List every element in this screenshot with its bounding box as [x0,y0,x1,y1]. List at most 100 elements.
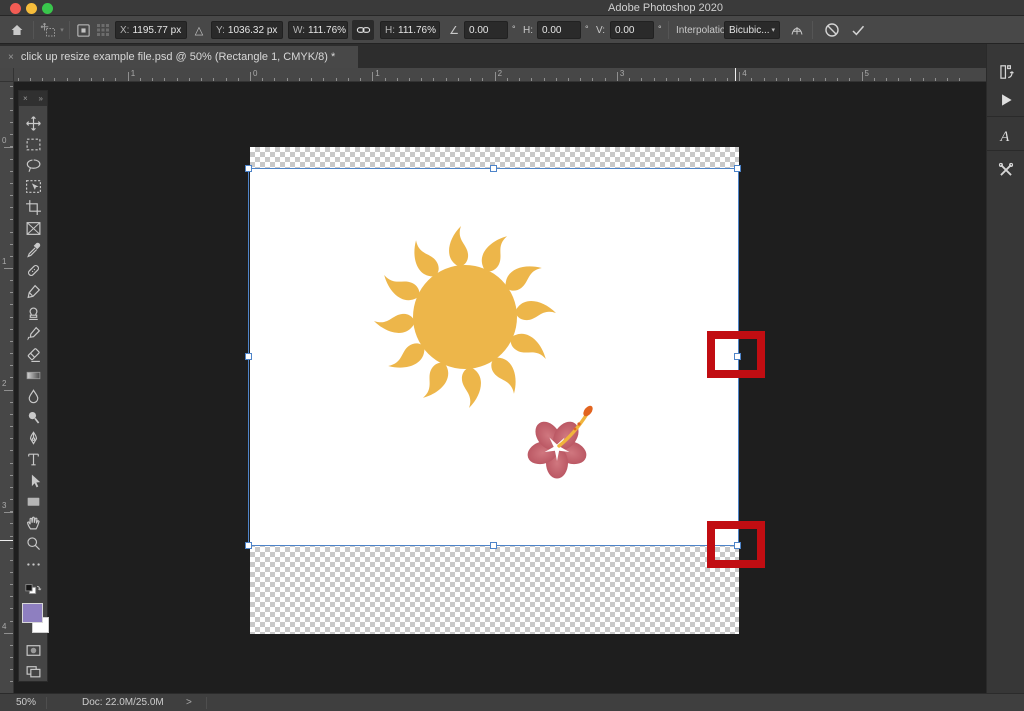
eyedropper-tool[interactable] [19,239,47,260]
ruler-tick [653,78,655,81]
ruler-tick [298,78,300,81]
ruler-major-tick [4,511,13,513]
ruler-tick [10,170,13,172]
history-brush-tool[interactable] [19,323,47,344]
transform-handle[interactable] [490,165,497,172]
hand-tool[interactable] [19,512,47,533]
transform-handle[interactable] [734,165,741,172]
zoom-tool[interactable] [19,533,47,554]
close-window-icon[interactable] [10,3,21,14]
ruler-tick [10,486,13,488]
maintain-aspect-ratio-link-icon[interactable] [352,20,374,40]
gradient-tool[interactable] [19,365,47,386]
type-tool[interactable] [19,449,47,470]
dodge-tool[interactable] [19,407,47,428]
x-position-field[interactable]: X: 1195.77 px [115,21,187,39]
tool-presets-panel-icon[interactable] [991,156,1021,184]
ruler-major-tick [250,72,251,81]
home-icon[interactable] [8,21,26,39]
ruler-tick [519,78,521,81]
interpolation-dropdown[interactable]: Bicubic... ▾ [724,21,780,39]
blur-tool[interactable] [19,386,47,407]
frame-tool[interactable] [19,218,47,239]
object-selection-tool[interactable] [19,176,47,197]
edit-toolbar-tool[interactable] [19,554,47,575]
document-size-info: Doc: 22.0M/25.0M [82,697,164,708]
ruler-tick [10,316,13,318]
relative-position-delta-button[interactable]: △ [192,21,206,39]
ruler-tick [470,78,472,81]
horizontal-ruler[interactable]: 1 0 1 2 3 4 5 [14,68,986,82]
history-panel-icon[interactable] [991,58,1021,86]
document-tab[interactable]: × click up resize example file.psd @ 50%… [0,46,358,68]
eraser-tool[interactable] [19,344,47,365]
free-transform-bounding-box[interactable] [245,165,741,549]
rotation-field[interactable]: 0.00 [464,21,508,39]
lasso-tool[interactable] [19,155,47,176]
transform-tool-icon [39,21,57,39]
brush-tool[interactable] [19,281,47,302]
ruler-tick [10,377,13,379]
divider [987,150,1024,151]
ruler-tick [164,78,166,81]
ruler-tick [506,78,508,81]
status-expander-icon[interactable]: > [186,697,192,708]
reference-point-toggle[interactable] [75,21,91,39]
divider [33,21,34,39]
close-panel-icon[interactable]: × [23,94,28,103]
foreground-color-swatch[interactable] [22,603,43,623]
chevron-down-icon[interactable]: ▾ [58,21,66,39]
ruler-tick [91,78,92,81]
glyphs-panel-icon[interactable]: A [991,122,1021,150]
skew-h-field[interactable]: 0.00 [537,21,581,39]
titlebar: Adobe Photoshop 2020 [0,0,1024,16]
commit-transform-icon[interactable] [848,21,868,39]
minimize-window-icon[interactable] [26,3,37,14]
ruler-tick [10,243,13,245]
ruler-major-tick [861,72,863,81]
ruler-tick [201,78,203,81]
warp-mode-icon[interactable] [788,21,806,39]
zoom-level[interactable]: 50% [16,697,36,708]
zoom-window-icon[interactable] [42,3,53,14]
ruler-tick [323,78,325,81]
move-tool[interactable] [19,113,47,134]
y-position-field[interactable]: Y: 1036.32 px [211,21,283,39]
divider [668,21,669,39]
collapse-panel-icon[interactable]: » [39,94,43,103]
transform-handle[interactable] [490,542,497,549]
ruler-tick [690,78,692,81]
ruler-tick [592,78,594,81]
path-selection-tool[interactable] [19,470,47,491]
ruler-tick [286,78,288,81]
transform-handle[interactable] [245,165,252,172]
rectangular-marquee-tool[interactable] [19,134,47,155]
clone-stamp-tool[interactable] [19,302,47,323]
default-colors-icon[interactable] [19,579,47,600]
vertical-ruler[interactable]: 0 1 2 3 4 [0,82,14,693]
ruler-tick [10,182,13,184]
ruler-tick [947,78,949,81]
crop-tool[interactable] [19,197,47,218]
width-scale-field[interactable]: W: 111.76% [288,21,348,39]
transform-handle[interactable] [245,353,252,360]
ruler-tick [10,462,13,464]
healing-brush-tool[interactable] [19,260,47,281]
transform-handle[interactable] [245,542,252,549]
ruler-tick [10,195,13,197]
pen-tool[interactable] [19,428,47,449]
screen-mode-icon[interactable] [19,661,47,682]
ruler-tick [10,134,13,136]
skew-v-field[interactable]: 0.00 [610,21,654,39]
ruler-tick [702,78,704,81]
ruler-tick [531,78,533,81]
rectangle-shape-tool[interactable] [19,491,47,512]
height-scale-field[interactable]: H: 111.76% [380,21,440,39]
ruler-tick [10,85,13,87]
quick-mask-mode-icon[interactable] [19,640,47,661]
cancel-transform-icon[interactable] [822,21,842,39]
ruler-tick [10,559,13,561]
ruler-tick [29,78,31,81]
actions-panel-icon[interactable] [991,86,1021,114]
close-tab-icon[interactable]: × [8,52,14,63]
